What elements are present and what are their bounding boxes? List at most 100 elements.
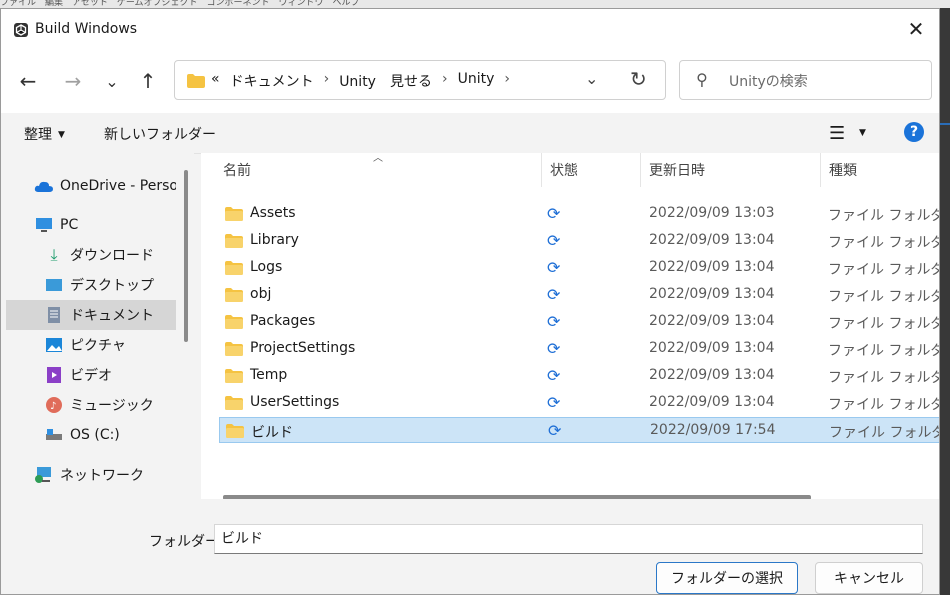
view-options-caret-icon[interactable]: ▼ xyxy=(859,128,866,138)
file-type: ファイル フォルダー xyxy=(828,343,939,359)
cloud-icon xyxy=(34,177,54,195)
sidebar-item-pc[interactable]: PC xyxy=(1,210,176,240)
file-type: ファイル フォルダー xyxy=(828,370,939,386)
folder-icon xyxy=(225,342,243,356)
file-name: Logs xyxy=(250,259,283,275)
refresh-icon[interactable]: ↻ xyxy=(630,67,647,91)
sidebar-item-label: ピクチャ xyxy=(70,338,126,354)
forward-button[interactable]: → xyxy=(59,67,87,95)
column-header-label: 更新日時 xyxy=(649,163,705,179)
address-bar[interactable]: « ドキュメント › Unity 見せる › Unity › ⌄ ↻ xyxy=(174,60,666,100)
column-header-date-modified[interactable]: 更新日時 xyxy=(641,153,820,187)
file-row[interactable]: Packages ⟳ 2022/09/09 13:04 ファイル フォルダー xyxy=(219,309,939,335)
file-type: ファイル フォルダー xyxy=(828,289,939,305)
sync-status-icon: ⟳ xyxy=(547,312,561,331)
document-icon xyxy=(44,306,64,324)
command-bar: 整理 ▼ 新しいフォルダー ☰ ▼ ? xyxy=(1,113,939,154)
column-header-label: 状態 xyxy=(550,163,578,179)
file-name: ProjectSettings xyxy=(250,340,356,356)
view-list-icon[interactable]: ☰ xyxy=(829,123,845,144)
title-bar: Build Windows ✕ xyxy=(1,9,939,49)
file-type: ファイル フォルダー xyxy=(828,316,939,332)
file-type: ファイル フォルダー xyxy=(828,208,939,224)
file-row[interactable]: Temp ⟳ 2022/09/09 13:04 ファイル フォルダー xyxy=(219,363,939,389)
breadcrumb-item[interactable]: Unity 見せる xyxy=(339,71,432,91)
file-date-modified: 2022/09/09 13:03 xyxy=(649,205,775,221)
file-date-modified: 2022/09/09 17:54 xyxy=(650,422,776,438)
file-name: ビルド xyxy=(251,425,293,441)
sidebar-item-label: ネットワーク xyxy=(60,468,144,484)
folder-name-input[interactable]: ビルド xyxy=(214,524,923,554)
arrow-right-icon: → xyxy=(64,69,82,93)
monitor-icon xyxy=(34,216,54,234)
cancel-button[interactable]: キャンセル xyxy=(815,562,923,594)
sync-status-icon: ⟳ xyxy=(547,366,561,385)
folder-icon xyxy=(225,234,243,248)
file-date-modified: 2022/09/09 13:04 xyxy=(649,286,775,302)
sync-status-icon: ⟳ xyxy=(548,421,562,440)
file-name: Packages xyxy=(250,313,316,329)
file-row[interactable]: obj ⟳ 2022/09/09 13:04 ファイル フォルダー xyxy=(219,282,939,308)
sidebar-item-network[interactable]: ネットワーク xyxy=(1,460,176,490)
arrow-left-icon: ← xyxy=(19,69,37,93)
music-icon: ♪ xyxy=(44,396,64,414)
sidebar-item-downloads[interactable]: ⤓ ダウンロード xyxy=(1,240,176,270)
file-row[interactable]: UserSettings ⟳ 2022/09/09 13:04 ファイル フォルダー xyxy=(219,390,939,416)
folder-icon xyxy=(225,207,243,221)
breadcrumb-overflow[interactable]: « xyxy=(211,71,220,91)
window-title: Build Windows xyxy=(35,21,138,37)
close-button[interactable]: ✕ xyxy=(893,9,939,49)
column-header-status[interactable]: 状態 xyxy=(542,153,640,187)
file-row[interactable]: ProjectSettings ⟳ 2022/09/09 13:04 ファイル フォル… xyxy=(219,336,939,362)
new-folder-button[interactable]: 新しいフォルダー xyxy=(104,124,216,144)
column-header-type[interactable]: 種類 xyxy=(821,153,939,187)
breadcrumb: « ドキュメント › Unity 見せる › Unity › xyxy=(211,71,520,91)
file-type: ファイル フォルダー xyxy=(828,262,939,278)
breadcrumb-separator-icon[interactable]: › xyxy=(442,71,448,91)
organize-menu-button[interactable]: 整理 ▼ xyxy=(24,124,65,144)
caret-down-icon: ▼ xyxy=(58,130,65,140)
file-list: ︿ 名前 状態 更新日時 種類 Assets ⟳ 2022/09/09 13:03 フ… xyxy=(201,153,939,500)
sidebar-item-label: ミュージック xyxy=(70,398,154,414)
file-date-modified: 2022/09/09 13:04 xyxy=(649,340,775,356)
file-row[interactable]: Library ⟳ 2022/09/09 13:04 ファイル フォルダー xyxy=(219,228,939,254)
file-name: Temp xyxy=(250,367,288,383)
organize-label: 整理 xyxy=(24,127,52,143)
sidebar-item-label: ダウンロード xyxy=(70,248,154,264)
column-header-label: 名前 xyxy=(223,163,251,179)
network-icon xyxy=(34,466,54,484)
dialog-footer: フォルダー: ビルド フォルダーの選択 キャンセル xyxy=(1,499,939,594)
up-button[interactable]: ↑ xyxy=(134,67,162,95)
file-row[interactable]: Logs ⟳ 2022/09/09 13:04 ファイル フォルダー xyxy=(219,255,939,281)
sidebar-item-desktop[interactable]: デスクトップ xyxy=(1,270,176,300)
file-row[interactable]: Assets ⟳ 2022/09/09 13:03 ファイル フォルダー xyxy=(219,201,939,227)
search-input[interactable]: ⚲ Unityの検索 xyxy=(679,60,932,100)
svg-text:♪: ♪ xyxy=(50,401,56,412)
sidebar-item-music[interactable]: ♪ ミュージック xyxy=(1,390,176,420)
breadcrumb-separator-icon[interactable]: › xyxy=(324,71,330,91)
close-icon: ✕ xyxy=(907,17,925,41)
sidebar-item-os-drive[interactable]: OS (C:) xyxy=(1,420,176,450)
sidebar-item-documents[interactable]: ドキュメント xyxy=(6,300,176,330)
help-icon[interactable]: ? xyxy=(904,122,924,142)
sync-status-icon: ⟳ xyxy=(547,339,561,358)
download-icon: ⤓ xyxy=(50,245,58,264)
breadcrumb-separator-icon[interactable]: › xyxy=(504,71,510,91)
sidebar-item-label: デスクトップ xyxy=(70,278,154,294)
breadcrumb-item[interactable]: ドキュメント xyxy=(230,71,314,91)
select-folder-button[interactable]: フォルダーの選択 xyxy=(656,562,798,594)
recent-locations-button[interactable]: ⌄ xyxy=(98,67,126,95)
breadcrumb-item[interactable]: Unity xyxy=(458,71,495,91)
file-date-modified: 2022/09/09 13:04 xyxy=(649,259,775,275)
sidebar-item-videos[interactable]: ビデオ xyxy=(1,360,176,390)
sidebar-scrollbar[interactable] xyxy=(184,170,188,342)
back-button[interactable]: ← xyxy=(14,67,42,95)
file-row[interactable]: ビルド ⟳ 2022/09/09 17:54 ファイル フォルダー xyxy=(219,417,939,443)
column-header-name[interactable]: 名前 xyxy=(215,153,541,187)
folder-icon xyxy=(187,74,205,88)
file-date-modified: 2022/09/09 13:04 xyxy=(649,394,775,410)
address-history-chevron-icon[interactable]: ⌄ xyxy=(585,69,598,88)
sidebar-item-onedrive[interactable]: OneDrive - Personal xyxy=(1,171,176,201)
sync-status-icon: ⟳ xyxy=(547,258,561,277)
sidebar-item-pictures[interactable]: ピクチャ xyxy=(1,330,176,360)
